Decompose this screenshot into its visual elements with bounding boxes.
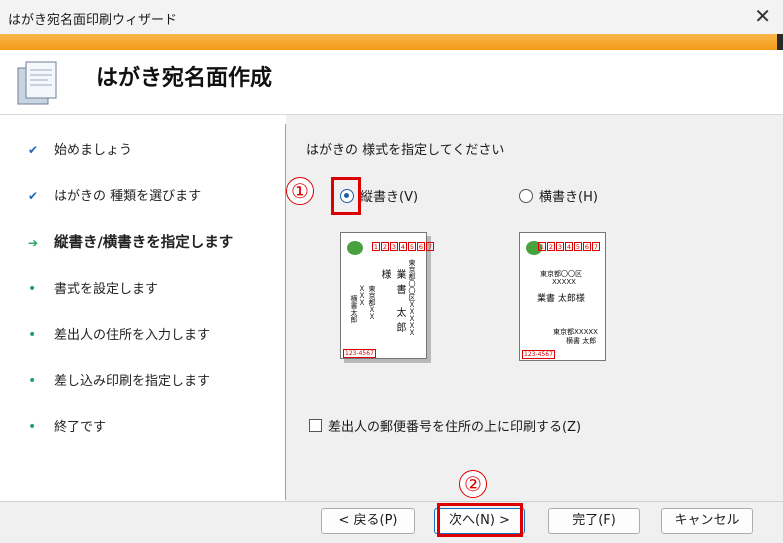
- horizontal-radio[interactable]: 横書き(H): [519, 186, 598, 205]
- print-sender-zip-label: 差出人の郵便番号を住所の上に印刷する(Z): [328, 420, 582, 435]
- sender-address: 東京都ＸＸＸＸＸ: [358, 285, 376, 320]
- step-sender: • 差出人の住所を入力します: [28, 324, 210, 343]
- bullet-icon: •: [28, 373, 37, 389]
- accent-stripe: [0, 34, 783, 50]
- zip-boxes: 1234567: [372, 242, 434, 251]
- step-finish: • 終了です: [28, 416, 106, 435]
- highlight-box-vertical: [331, 177, 361, 215]
- recipient-address: 東京都〇〇区ＸＸＸＸＸ: [408, 259, 416, 336]
- step-badge-2: ②: [459, 470, 487, 498]
- checkbox[interactable]: [309, 419, 322, 432]
- step-card-type: ✔ はがきの 種類を選びます: [28, 185, 201, 204]
- arrow-right-icon: ➔: [28, 236, 39, 250]
- vertical-postcard-preview: 1234567 東京都〇〇区ＸＸＸＸＸ 業書 太郎様 東京都ＸＸＸＸＸ 横書太郎…: [340, 232, 434, 359]
- sender-zip: 123-4567: [343, 349, 376, 358]
- step-label: 縦書き/横書きを指定します: [54, 235, 234, 251]
- step-start: ✔ 始めましょう: [28, 139, 132, 158]
- window-title: はがき宛名面印刷ウィザード: [8, 13, 178, 28]
- steps-pane: [0, 115, 286, 501]
- back-button[interactable]: < 戻る(P): [321, 508, 415, 534]
- document-icon: [17, 61, 57, 105]
- step-label: 差し込み印刷を指定します: [54, 374, 211, 389]
- step-label: 書式を設定します: [54, 282, 159, 297]
- sender-zip: 123-4567: [522, 350, 555, 359]
- print-sender-zip-option[interactable]: 差出人の郵便番号を住所の上に印刷する(Z): [309, 416, 581, 435]
- zip-boxes: 1234567: [538, 242, 600, 251]
- stamp-icon: [347, 241, 363, 255]
- step-label: 始めましょう: [54, 143, 133, 158]
- bullet-icon: •: [28, 327, 37, 343]
- step-format: • 書式を設定します: [28, 278, 158, 297]
- wizard-header: はがき宛名面作成: [0, 50, 783, 115]
- vertical-label: 縦書き(V): [360, 190, 419, 205]
- step-label: 終了です: [54, 420, 107, 435]
- stripe-edge: [777, 34, 783, 50]
- sender-name: 横書太郎: [350, 295, 358, 323]
- horizontal-postcard-preview: 1234567 東京都〇〇区 XXXXX 業書 太郎様 東京都XXXXX 横書 …: [519, 232, 606, 361]
- step-label: 差出人の住所を入力します: [54, 328, 211, 343]
- step-label: はがきの 種類を選びます: [54, 189, 202, 204]
- title-bar: はがき宛名面印刷ウィザード ✕: [0, 0, 783, 34]
- horizontal-label: 横書き(H): [539, 190, 598, 205]
- cancel-button[interactable]: キャンセル: [661, 508, 753, 534]
- recipient-name: 業書 太郎様: [379, 269, 405, 338]
- step-orientation: ➔ 縦書き/横書きを指定します: [28, 231, 233, 252]
- finish-button[interactable]: 完了(F): [548, 508, 640, 534]
- recipient-name: 業書 太郎様: [537, 294, 585, 304]
- check-icon: ✔: [28, 143, 39, 157]
- instruction-text: はがきの 様式を指定してください: [306, 143, 505, 158]
- bullet-icon: •: [28, 281, 37, 297]
- page-title: はがき宛名面作成: [96, 66, 273, 91]
- step-mailmerge: • 差し込み印刷を指定します: [28, 370, 210, 389]
- recipient-address-line2: XXXXX: [552, 278, 576, 286]
- step-badge-1: ①: [286, 177, 314, 205]
- close-icon[interactable]: ✕: [754, 4, 771, 28]
- bullet-icon: •: [28, 419, 37, 435]
- radio-button[interactable]: [519, 188, 533, 203]
- check-icon: ✔: [28, 189, 39, 203]
- pane-divider: [285, 124, 286, 500]
- sender-name: 横書 太郎: [566, 337, 597, 345]
- highlight-box-next: [437, 503, 523, 537]
